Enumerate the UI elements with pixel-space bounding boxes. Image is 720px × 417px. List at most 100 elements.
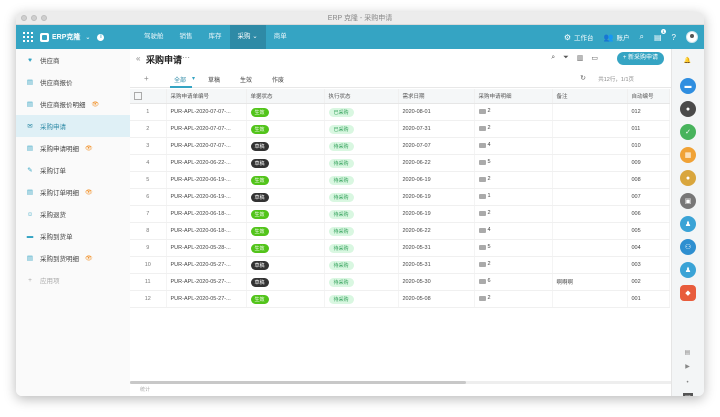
table-row[interactable]: 12 PUR-APL-2020-05-27-... 生效 待采购 2020-05-08 2… [130,290,670,308]
detail-cell: 5 [474,154,553,172]
brand-logo-icon [40,32,49,42]
user-avatar-icon[interactable]: ● [680,101,696,117]
code-cell: PUR-APL-2020-07-07-... [166,137,247,155]
column-header[interactable] [130,89,167,104]
sidebar-item[interactable]: ▤ 供应商报价明细 👁 [16,93,130,115]
table-row[interactable]: 3 PUR-APL-2020-07-07-... 草稿 待采购 2020-07-07 4 0… [130,137,670,155]
table-row[interactable]: 11 PUR-APL-2020-05-27-... 草稿 待采购 2020-05-30 6… [130,273,670,291]
column-header[interactable]: 自动编号 [627,89,670,104]
table-row[interactable]: 5 PUR-APL-2020-06-19-... 生效 待采购 2020-06-19 2 0… [130,171,670,189]
apps-grid-icon[interactable] [23,32,33,42]
bell-icon[interactable]: 🔔 [684,57,691,64]
filter-icon[interactable]: ⏷ [563,54,569,62]
sidebar-item[interactable]: ☺ 采购退货 [16,203,130,225]
note-cell [552,205,628,223]
table-row[interactable]: 4 PUR-APL-2020-06-22-... 草稿 待采购 2020-06-22 5 0… [130,154,670,172]
person-avatar-icon[interactable]: ● [680,170,696,186]
nav-tab[interactable]: 商单 [266,25,295,49]
column-header[interactable]: 单据状态 [246,89,325,104]
table-row[interactable]: 7 PUR-APL-2020-06-18-... 生效 待采购 2020-06-19 2 0… [130,205,670,223]
detail-count: 6 [487,278,491,285]
exec-cell: 待采购 [324,205,399,223]
collapse-sidebar-icon[interactable]: « [136,54,140,63]
table-row[interactable]: 2 PUR-APL-2020-07-07-... 生效 已采购 2020-07-31 2 0… [130,120,670,138]
workbench-link[interactable]: ⚙ 工作台 [564,32,594,43]
detail-cell: 4 [474,137,553,155]
chevron-down-icon: ⌄ [85,34,91,41]
exec-cell: 待采购 [324,273,399,291]
nav-tab[interactable]: 销售 [172,25,201,49]
auto-number-cell: 007 [627,188,670,206]
chevron-down-icon[interactable]: ▾ [192,75,195,82]
column-header[interactable]: 需求日期 [398,89,475,104]
sidebar-item[interactable]: ▬ 采购到货单 [16,225,130,247]
cube-app-icon[interactable]: ◆ [680,285,696,301]
tab-active[interactable]: 生效 [240,75,252,84]
doc-icon: ▤ [26,255,34,262]
column-header[interactable]: 备注 [552,89,628,104]
horizontal-scrollbar[interactable] [130,381,672,384]
notification-icon[interactable]: ▤ 1 [654,28,666,42]
info-icon[interactable]: i [97,33,105,41]
column-header[interactable]: 采购申请单编号 [166,89,247,104]
status-cell: 草稿 [246,137,325,155]
table-row[interactable]: 6 PUR-APL-2020-06-19-... 草稿 待采购 2020-06-19 1 0… [130,188,670,206]
refresh-icon[interactable]: ↻ [580,74,586,82]
briefcase-app-icon[interactable]: ▣ [680,193,696,209]
nav-tab[interactable]: 采购 ⌄ [229,25,266,49]
sidebar-item[interactable]: ♥ 供应商 [16,49,130,71]
panel-toggle-icon[interactable]: ▭ [683,393,693,396]
doc-icon[interactable]: ▤ [684,349,691,356]
chart-icon[interactable]: ▥ [577,54,584,62]
brand[interactable]: ERP克隆 ⌄ i [40,31,105,43]
account-link[interactable]: 👥 账户 [604,32,630,43]
date-cell: 2020-06-22 [398,154,475,172]
tab-void[interactable]: 作废 [272,75,284,84]
check-app-icon[interactable]: ✓ [680,124,696,140]
sidebar-item[interactable]: ✎ 采购订单 [16,159,130,181]
auto-number-cell: 001 [627,290,670,308]
nav-tab[interactable]: 驾驶舱 [136,25,172,49]
sidebar-item[interactable]: ▤ 供应商报价 [16,71,130,93]
date-cell: 2020-06-19 [398,188,475,206]
add-app-item[interactable]: + 应用项 [16,269,130,291]
detail-count: 5 [487,159,491,166]
sidebar-item[interactable]: ▤ 采购订单明细 👁 [16,181,130,203]
table-row[interactable]: 8 PUR-APL-2020-06-18-... 生效 待采购 2020-06-22 4 0… [130,222,670,240]
tab-draft[interactable]: 草稿 [208,75,220,84]
search-icon[interactable]: ⌕ [551,54,555,62]
column-header[interactable]: 执行状态 [324,89,399,104]
more-menu[interactable]: ··· [182,53,190,62]
status-badge: 生效 [250,226,269,236]
select-all-checkbox[interactable] [134,92,142,100]
row-number: 5 [130,171,167,189]
sidebar-item[interactable]: ▤ 采购到货明细 👁 [16,247,130,269]
app-window: ERP 克隆 - 采购申请 ERP克隆 ⌄ i 驾驶舱 销售 库存 采购 ⌄ 商单 ⚙ 工… [16,12,704,396]
column-header[interactable]: 采购申请明细 [474,89,553,104]
team-app-icon[interactable]: ♟ [680,216,696,232]
user-avatar[interactable] [686,31,698,43]
exec-status-badge: 待采购 [328,192,354,202]
detail-count: 2 [487,210,491,217]
new-request-button[interactable]: + 新采购申请 [616,52,664,65]
search-icon[interactable]: ⌕ [640,32,644,42]
dot-icon[interactable]: • [684,379,691,386]
table-row[interactable]: 1 PUR-APL-2020-07-07-... 生效 已采购 2020-08-01 2 0… [130,103,670,121]
nav-tab[interactable]: 库存 [201,25,230,49]
add-view-icon[interactable]: + [144,74,149,83]
table-row[interactable]: 9 PUR-APL-2020-05-28-... 生效 待采购 2020-05-31 5 0… [130,239,670,257]
sidebar-item[interactable]: ▤ 采购申请明细 👁 [16,137,130,159]
org-app-icon[interactable]: ⚇ [680,239,696,255]
chat-app-icon[interactable]: ▬ [680,78,696,94]
sidebar-item[interactable]: ✉ 采购申请 [16,115,130,137]
tab-all[interactable]: 全部 [174,75,186,84]
table-row[interactable]: 10 PUR-APL-2020-05-27-... 草稿 待采购 2020-05-31 2… [130,256,670,274]
detail-cell: 6 [474,273,553,291]
comment-icon[interactable]: ▭ [591,54,598,62]
play-icon[interactable]: ▶ [684,363,691,370]
group-app-icon[interactable]: ♟ [680,262,696,278]
sidebar-item-label: 采购退货 [40,212,66,219]
help-icon[interactable]: ? [672,33,676,42]
grid-app-icon[interactable]: ▦ [680,147,696,163]
date-cell: 2020-08-01 [398,103,475,121]
